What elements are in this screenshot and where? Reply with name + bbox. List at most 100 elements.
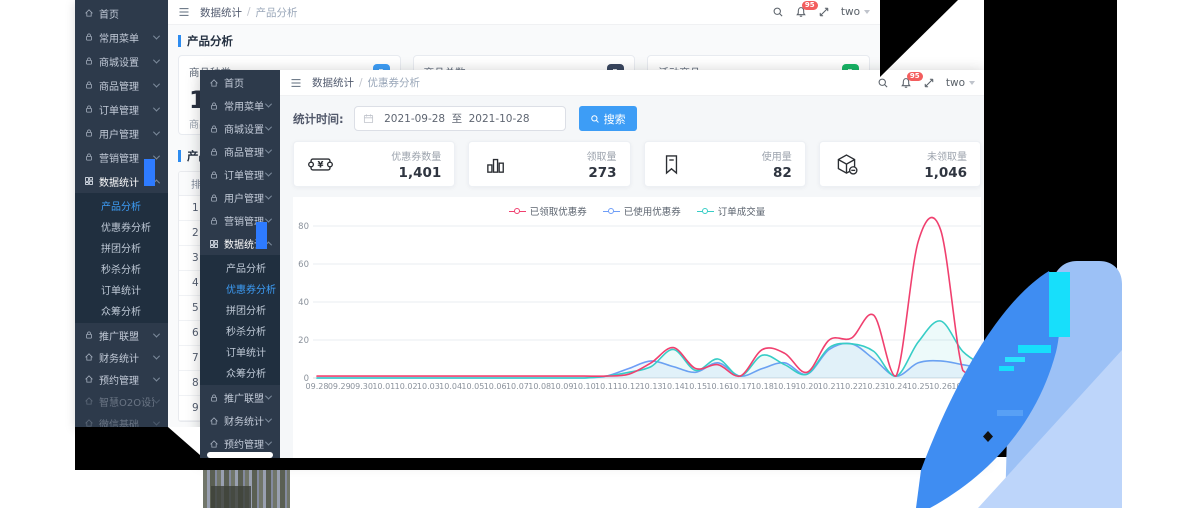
sidebar-submenu-item[interactable]: 秒杀分析 xyxy=(75,258,168,279)
sidebar-menu-item[interactable]: 常用菜单 xyxy=(200,94,280,117)
sidebar-menu-item[interactable]: 常用菜单 xyxy=(75,25,168,49)
sidebar-menu-item[interactable]: 预约管理 xyxy=(75,368,168,390)
stat-value: 273 xyxy=(588,164,617,181)
back-sidebar-menu: 首页 常用菜单 商城设置 商品管理 订单管理 用户管理 营销管理 数据统计 xyxy=(75,0,168,193)
sidebar-menu-item[interactable]: 推广联盟 xyxy=(200,386,280,409)
sidebar-menu-item[interactable]: 商城设置 xyxy=(200,117,280,140)
chevron-icon xyxy=(264,169,273,177)
sidebar-submenu-item[interactable]: 订单统计 xyxy=(200,341,280,362)
sidebar-menu-item[interactable]: 商品管理 xyxy=(200,140,280,163)
submenu-item-label: 众筹分析 xyxy=(101,307,141,318)
sidebar-menu-item[interactable]: 商品管理 xyxy=(75,73,168,97)
glitch-artifact xyxy=(144,159,155,186)
legend-label: 已使用优惠券 xyxy=(623,207,681,218)
date-range-picker[interactable]: 2021-09-28 至 2021-10-28 xyxy=(353,106,566,131)
menu-icon xyxy=(209,78,219,88)
menu-icon xyxy=(209,239,219,249)
sidebar-submenu-item[interactable]: 优惠券分析 xyxy=(200,278,280,299)
sidebar-submenu-item[interactable]: 优惠券分析 xyxy=(75,216,168,237)
chevron-icon xyxy=(264,415,273,423)
menu-item-label: 商城设置 xyxy=(224,125,264,136)
legend-item[interactable]: 已领取优惠券 xyxy=(508,204,587,218)
fullscreen-icon[interactable] xyxy=(818,6,830,18)
legend-label: 订单成交量 xyxy=(717,207,766,218)
sidebar-menu-item[interactable]: 订单管理 xyxy=(75,97,168,121)
chevron-icon xyxy=(264,100,273,108)
breadcrumb-root[interactable]: 数据统计 xyxy=(312,75,354,90)
stat-card-coupon-count: 优惠券数量 1,401 xyxy=(293,141,456,187)
stat-card-used: 使用量 82 xyxy=(643,141,806,187)
sidebar-menu-item[interactable]: 数据统计 xyxy=(75,159,168,193)
sidebar-submenu-item[interactable]: 产品分析 xyxy=(75,195,168,216)
svg-text:10.19: 10.19 xyxy=(773,382,796,391)
search-icon[interactable] xyxy=(877,77,889,89)
stat-label: 领取量 xyxy=(586,151,617,163)
sidebar-submenu-item[interactable]: 秒杀分析 xyxy=(200,320,280,341)
front-main: 数据统计 / 优惠券分析 95 two 统计时间: 2021-09-28 至 2… xyxy=(280,70,985,463)
notification-bell[interactable]: 95 xyxy=(900,71,923,89)
menu-item-label: 财务统计 xyxy=(99,353,139,365)
sidebar-submenu-item[interactable]: 拼团分析 xyxy=(75,237,168,258)
sidebar-menu-item[interactable]: 用户管理 xyxy=(75,121,168,145)
front-sidebar-submenu: 产品分析 优惠券分析 拼团分析 秒杀分析 订单统计 众筹分析 xyxy=(200,255,280,385)
sidebar-menu-item[interactable]: 智慧O2O设置 xyxy=(75,390,168,412)
scrollbar-thumb[interactable] xyxy=(207,452,273,458)
calendar-icon xyxy=(363,113,374,124)
sidebar-submenu-item[interactable]: 订单统计 xyxy=(75,279,168,300)
submenu-item-label: 产品分析 xyxy=(101,202,141,213)
menu-item-label: 微信基础 xyxy=(99,419,139,428)
svg-text:10.14: 10.14 xyxy=(662,382,685,391)
bookmark-icon xyxy=(658,151,685,178)
sidebar-submenu-item[interactable]: 拼团分析 xyxy=(200,299,280,320)
svg-text:10.28: 10.28 xyxy=(974,382,981,391)
sidebar-menu-item[interactable]: 数据统计 xyxy=(200,222,280,255)
svg-text:60: 60 xyxy=(298,260,309,270)
user-menu[interactable]: two xyxy=(841,6,870,18)
svg-text:10.20: 10.20 xyxy=(795,382,818,391)
rank-cell: 2 xyxy=(192,227,199,239)
sidebar-menu-item[interactable]: 微信基础 xyxy=(75,412,168,427)
menu-icon xyxy=(84,56,94,66)
sidebar-submenu-item[interactable]: 众筹分析 xyxy=(200,362,280,383)
sidebar-toggle-icon[interactable] xyxy=(290,77,302,89)
svg-text:10.16: 10.16 xyxy=(706,382,729,391)
sidebar-menu-item[interactable]: 财务统计 xyxy=(75,346,168,368)
date-range-label: 统计时间: xyxy=(293,111,344,126)
sidebar-menu-item[interactable]: 商城设置 xyxy=(75,49,168,73)
sidebar-menu-item[interactable]: 首页 xyxy=(200,71,280,94)
search-button[interactable]: 搜索 xyxy=(578,106,637,131)
stat-value: 1,401 xyxy=(398,164,442,181)
menu-icon xyxy=(209,170,219,180)
sidebar-menu-item[interactable]: 推广联盟 xyxy=(75,324,168,346)
rank-cell: 5 xyxy=(192,302,199,314)
submenu-item-label: 秒杀分析 xyxy=(101,265,141,276)
sidebar-menu-item[interactable]: 营销管理 xyxy=(200,209,280,232)
svg-text:10.08: 10.08 xyxy=(528,382,551,391)
rank-cell: 9 xyxy=(192,402,199,414)
sidebar-submenu-item[interactable]: 产品分析 xyxy=(200,257,280,278)
sidebar-toggle-icon[interactable] xyxy=(178,6,190,18)
fullscreen-icon[interactable] xyxy=(923,77,935,89)
legend-item[interactable]: 订单成交量 xyxy=(696,204,766,218)
menu-item-label: 商城设置 xyxy=(99,57,139,69)
sidebar-menu-item[interactable]: 首页 xyxy=(75,1,168,25)
sidebar-menu-item[interactable]: 订单管理 xyxy=(200,163,280,186)
menu-item-label: 订单管理 xyxy=(224,171,264,182)
submenu-item-label: 秒杀分析 xyxy=(226,327,266,338)
search-icon xyxy=(590,114,600,124)
sidebar-submenu-item[interactable]: 众筹分析 xyxy=(75,300,168,321)
chart-panel: 已领取优惠券 已使用优惠券 订单成交量 0 20 40 60 80 09.28 09.29 0… xyxy=(293,197,981,463)
search-icon[interactable] xyxy=(772,6,784,18)
sidebar-menu-item[interactable]: 财务统计 xyxy=(200,409,280,432)
sidebar-menu-item[interactable]: 用户管理 xyxy=(200,186,280,209)
start-date-input[interactable]: 2021-09-28 xyxy=(380,113,450,125)
chevron-icon xyxy=(264,192,273,200)
svg-text:09.30: 09.30 xyxy=(350,382,373,391)
user-menu[interactable]: two xyxy=(946,77,975,89)
chevron-icon xyxy=(152,32,161,40)
end-date-input[interactable]: 2021-10-28 xyxy=(464,113,534,125)
legend-item[interactable]: 已使用优惠券 xyxy=(602,204,681,218)
breadcrumb-root[interactable]: 数据统计 xyxy=(200,5,242,20)
notification-bell[interactable]: 95 xyxy=(795,1,818,18)
menu-icon xyxy=(209,124,219,134)
